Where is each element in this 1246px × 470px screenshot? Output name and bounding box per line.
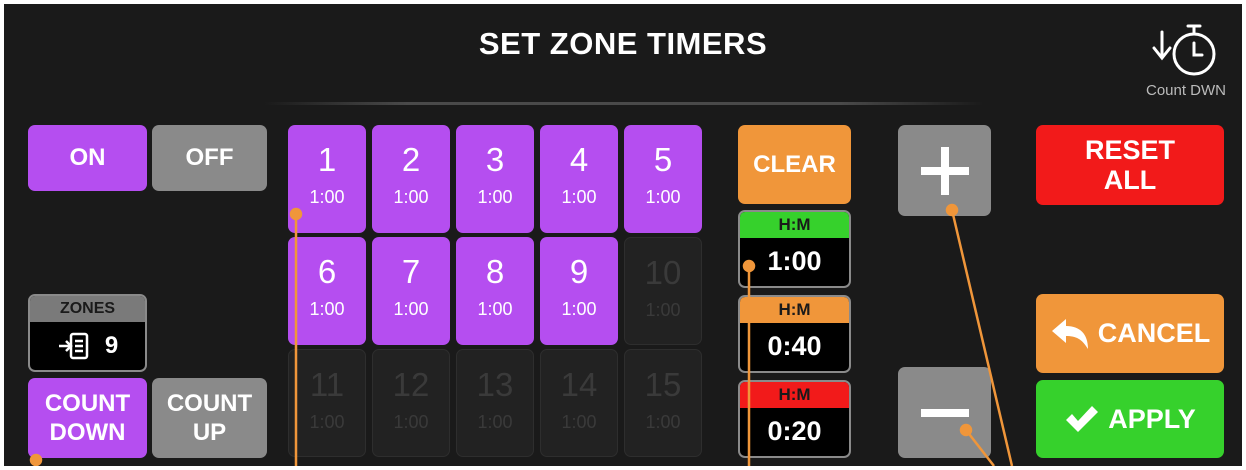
callout-line xyxy=(965,429,995,466)
callout-dot xyxy=(742,259,756,273)
callout-pointers xyxy=(29,203,1014,466)
callout-dot xyxy=(29,453,43,466)
callout-dot xyxy=(959,423,973,437)
callout-dot xyxy=(289,207,303,221)
callout-dot xyxy=(945,203,959,217)
touch-screen: SET ZONE TIMERS Count DWN ON OFF ZONES 9… xyxy=(4,4,1242,466)
